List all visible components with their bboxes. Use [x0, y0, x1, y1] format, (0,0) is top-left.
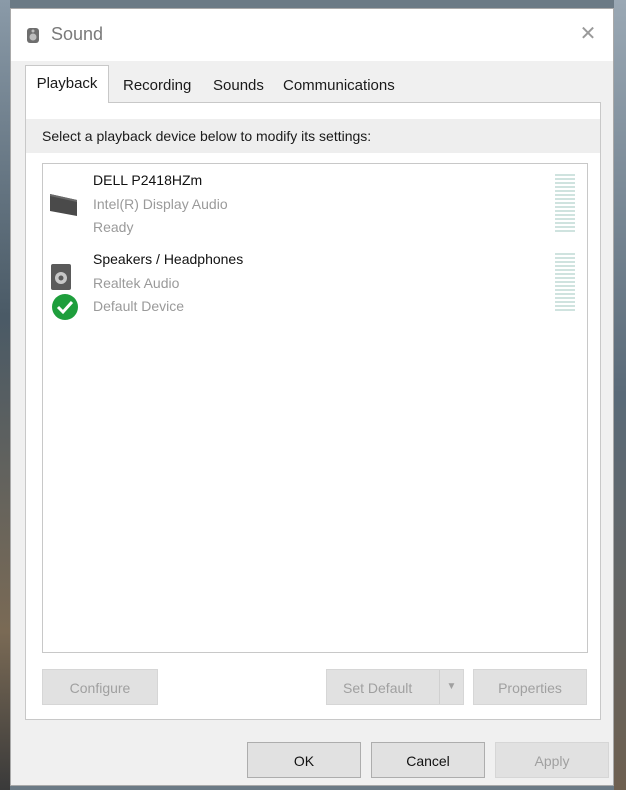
device-item-dell-p2418hzm[interactable]: DELL P2418HZm Intel(R) Display Audio Rea… [43, 170, 587, 246]
device-status: Default Device [93, 298, 185, 314]
tab-bar: Playback Recording Sounds Communications [25, 65, 599, 103]
monitor-icon [50, 194, 77, 216]
device-driver: Realtek Audio [93, 275, 180, 291]
volume-level-meter [555, 253, 575, 313]
tab-recording[interactable]: Recording [117, 71, 197, 101]
device-name: Speakers / Headphones [93, 251, 244, 267]
desktop-background-left [0, 0, 10, 790]
speaker-app-icon [27, 28, 39, 43]
configure-button[interactable]: Configure [42, 669, 158, 705]
checkmark-icon [52, 294, 78, 320]
device-driver: Intel(R) Display Audio [93, 196, 228, 212]
device-list[interactable]: DELL P2418HZm Intel(R) Display Audio Rea… [42, 163, 588, 653]
properties-button[interactable]: Properties [473, 669, 587, 705]
sound-dialog: Sound ✕ Playback Recording Sounds Commun… [10, 8, 614, 786]
tab-playback[interactable]: Playback [25, 65, 109, 103]
set-default-button[interactable]: Set Default ▼ [326, 669, 464, 705]
desktop-background-right [614, 0, 626, 790]
device-status: Ready [93, 219, 134, 235]
device-item-speakers-headphones[interactable]: Speakers / Headphones Realtek Audio Defa… [43, 249, 587, 325]
tab-communications[interactable]: Communications [277, 71, 401, 101]
tab-sounds[interactable]: Sounds [207, 71, 270, 101]
chevron-down-icon[interactable]: ▼ [439, 670, 463, 704]
device-name: DELL P2418HZm [93, 172, 203, 188]
set-default-label: Set Default [343, 680, 413, 696]
title-bar[interactable]: Sound ✕ [11, 9, 613, 61]
cancel-button[interactable]: Cancel [371, 742, 485, 778]
close-icon: ✕ [579, 23, 597, 45]
close-button[interactable]: ✕ [571, 19, 605, 49]
apply-button[interactable]: Apply [495, 742, 609, 778]
playback-panel: Select a playback device below to modify… [25, 102, 601, 720]
window-title: Sound [51, 24, 104, 44]
volume-level-meter [555, 174, 575, 234]
instruction-text: Select a playback device below to modify… [26, 119, 600, 153]
ok-button[interactable]: OK [247, 742, 361, 778]
